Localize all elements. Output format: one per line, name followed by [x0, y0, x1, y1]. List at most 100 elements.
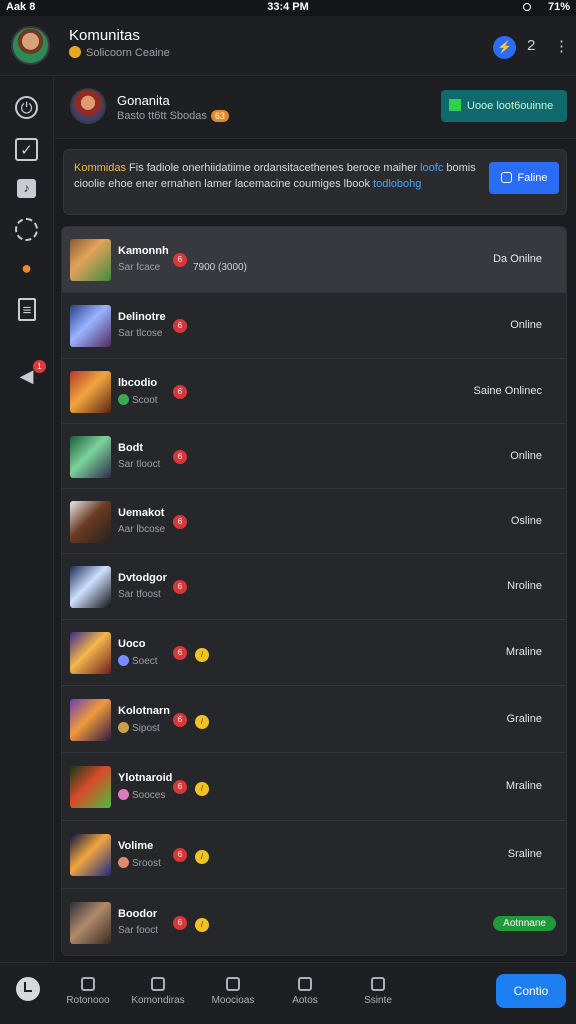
member-row[interactable]: lbcodio Scoot 6 Saine Onlinec — [62, 359, 566, 424]
notice-body: Fis fadiole onerhiidatiime ordansitaceth… — [129, 162, 418, 174]
member-status: Da Onilne — [493, 253, 542, 265]
nav-item-2[interactable]: Komondiras — [123, 977, 193, 1006]
join-icon — [449, 99, 461, 111]
member-status: Osline — [510, 515, 542, 527]
member-row[interactable]: Bodt Sar tlooct 6 Online — [62, 424, 566, 489]
community-meta-text: Basto tt6tt Sbodas — [117, 110, 207, 122]
member-status-dot — [118, 857, 129, 868]
join-button[interactable]: Uooe loot6ouinne — [441, 90, 567, 122]
member-name: Uoco — [118, 638, 146, 650]
member-red-badge: 6 — [173, 713, 187, 727]
member-red-badge: 6 — [173, 848, 187, 862]
community-meta-pill: 63 — [210, 110, 229, 122]
music-icon[interactable]: ♪ — [17, 179, 36, 198]
power-icon[interactable]: ⏻ — [15, 96, 38, 119]
member-row[interactable]: Delinotre Sar tlcose 6 Online — [62, 293, 566, 359]
inbox-icon[interactable]: ✓ — [15, 138, 38, 161]
member-subtitle: Aar lbcose — [118, 524, 165, 535]
member-name: Uemakot — [118, 507, 165, 519]
nav-item-3-label: Moocioas — [211, 995, 255, 1006]
coin-icon — [69, 46, 81, 58]
member-status-dot — [118, 394, 129, 405]
contact-button[interactable]: Contio — [496, 974, 566, 1008]
member-row[interactable]: Dvtodgor Sar tfoost 6 Nroline — [62, 554, 566, 620]
app-title: Komunitas — [69, 27, 140, 44]
message-icon — [226, 977, 240, 991]
member-row[interactable]: Kamonnh Sar fcace 6 7900 (3000) Da Onilne — [62, 227, 566, 293]
member-thumbnail — [70, 239, 111, 281]
member-status: Online — [510, 319, 542, 331]
edit-button-label: Faline — [517, 172, 548, 184]
nav-item-1-label: Rotonooo — [66, 995, 110, 1006]
community-name: Gonanita — [117, 93, 170, 108]
member-status-dot — [118, 722, 129, 733]
alarm-icon — [522, 3, 531, 11]
apps-icon — [298, 977, 312, 991]
member-subtitle-text: Sar tlcose — [118, 328, 163, 339]
member-thumbnail — [70, 834, 111, 876]
status-time: 33:4 PM — [267, 1, 309, 13]
status-battery-group: 71% — [522, 1, 570, 13]
community-meta: Basto tt6tt Sbodas 63 — [117, 110, 229, 122]
member-name: Volime — [118, 840, 154, 852]
member-thumbnail — [70, 371, 111, 413]
member-thumbnail — [70, 699, 111, 741]
notice-text: Kommidas Fis fadiole onerhiidatiime orda… — [74, 160, 479, 192]
community-icon — [151, 977, 165, 991]
status-battery: 71% — [547, 1, 570, 13]
member-subtitle: Sar tfoost — [118, 589, 161, 600]
member-red-badge: 6 — [173, 319, 187, 333]
notification-count[interactable]: 2 — [527, 37, 535, 54]
member-subtitle-text: Scoot — [132, 395, 158, 406]
community-avatar[interactable] — [70, 88, 106, 124]
nav-item-3[interactable]: Moocioas — [198, 977, 268, 1006]
member-subtitle-text: Sar fcace — [118, 262, 161, 273]
member-status: Graline — [506, 713, 542, 725]
member-subtitle: Sar fooct — [118, 925, 158, 936]
member-row[interactable]: Volime Sroost 6 / Sraline — [62, 821, 566, 889]
member-thumbnail — [70, 305, 111, 347]
link-icon[interactable] — [15, 218, 38, 241]
member-row[interactable]: Kolotnarn Sipost 6 / Graline — [62, 686, 566, 753]
notice-link-2[interactable]: todlobohg — [373, 178, 421, 190]
edit-button[interactable]: Faline — [489, 162, 559, 194]
member-red-badge: 6 — [173, 253, 187, 267]
bolt-button[interactable]: ⚡ — [493, 36, 516, 59]
member-subtitle-text: Sooces — [132, 790, 166, 801]
member-subtitle-text: Soect — [132, 656, 158, 667]
member-row[interactable]: Uemakot Aar lbcose 6 Osline — [62, 489, 566, 554]
settings-icon — [371, 977, 385, 991]
chat-icon — [81, 977, 95, 991]
game-icon[interactable]: ● — [15, 258, 38, 281]
profile-nav-icon[interactable] — [16, 977, 40, 1001]
member-row[interactable]: Ylotnaroid Sooces 6 / Mraline — [62, 753, 566, 821]
member-subtitle-text: Aar lbcose — [118, 524, 166, 535]
user-avatar[interactable] — [11, 26, 50, 65]
member-status: Mraline — [505, 646, 542, 658]
nav-item-4[interactable]: Aotos — [270, 977, 340, 1006]
more-options-icon[interactable]: ⋮ — [554, 37, 569, 55]
notice-trail: lbook — [343, 178, 370, 190]
nav-item-5[interactable]: Ssinte — [343, 977, 413, 1006]
top-app-bar: Komunitas Solicoorn Ceaine ⚡ 2 ⋮ — [0, 16, 576, 76]
app-subtitle-text: Solicoorn Ceaine — [86, 47, 170, 59]
member-thumbnail — [70, 766, 111, 808]
notice-link-1[interactable]: loofc — [420, 162, 443, 174]
member-red-badge: 6 — [173, 515, 187, 529]
megaphone-icon[interactable]: ◀ 1 — [15, 360, 46, 389]
nav-item-1[interactable]: Rotonooo — [53, 977, 123, 1006]
app-subtitle: Solicoorn Ceaine — [69, 46, 170, 59]
member-red-badge: 6 — [173, 385, 187, 399]
member-name: Kamonnh — [118, 245, 169, 257]
member-name: Ylotnaroid — [118, 772, 173, 784]
member-row[interactable]: Boodor Sar fooct 6 / Aotnnane — [62, 889, 566, 955]
member-subtitle: Sar tlooct — [118, 459, 160, 470]
member-name: lbcodio — [118, 377, 158, 389]
member-thumbnail — [70, 501, 111, 543]
member-row[interactable]: Uoco Soect 6 / Mraline — [62, 620, 566, 686]
member-subtitle: Sar tlcose — [118, 328, 162, 339]
document-icon[interactable]: ≡ — [18, 298, 36, 321]
member-status: Aotnnane — [493, 916, 556, 931]
member-extra-info: 7900 (3000) — [193, 262, 247, 273]
member-name: Kolotnarn — [118, 705, 170, 717]
